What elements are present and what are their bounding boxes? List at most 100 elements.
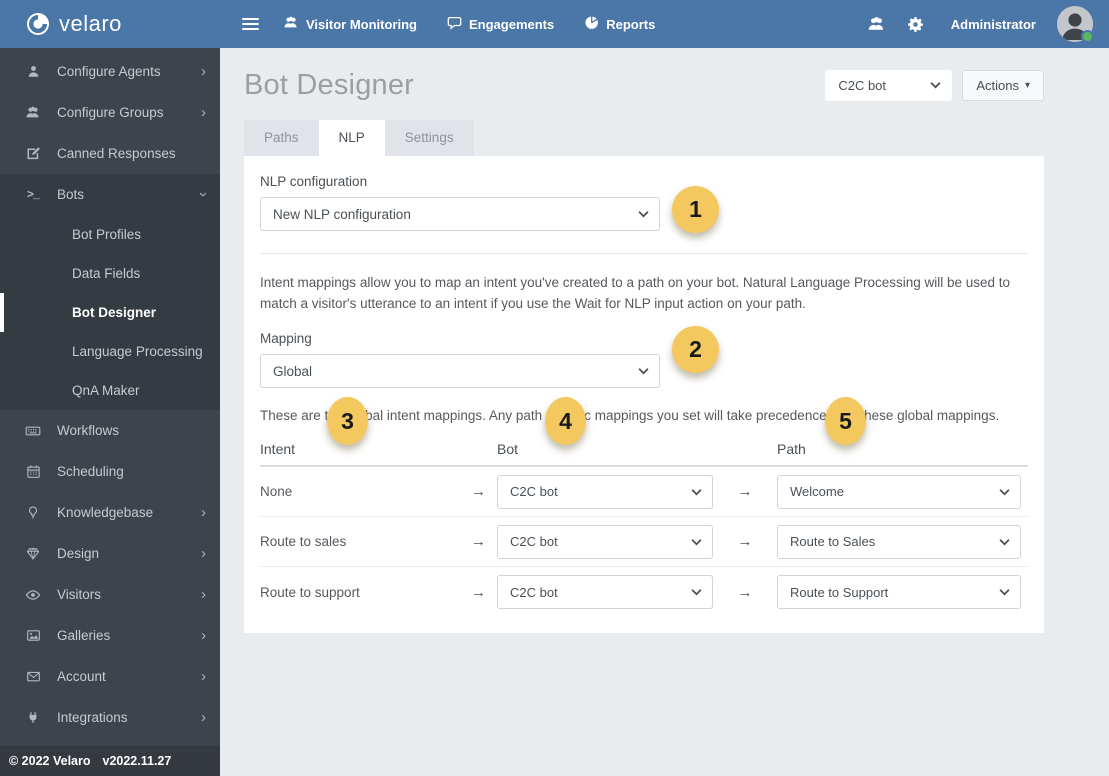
sidebar-item-scheduling[interactable]: Scheduling [0, 451, 220, 492]
keyboard-icon [24, 423, 42, 439]
arrow-right-icon: → [471, 483, 486, 500]
users-icon [283, 15, 299, 34]
user-avatar[interactable] [1057, 6, 1094, 43]
tab-paths[interactable]: Paths [244, 120, 319, 156]
nav-visitor-monitoring[interactable]: Visitor Monitoring [283, 15, 417, 34]
lightbulb-icon [24, 505, 42, 520]
sidebar-item-qna-maker[interactable]: QnA Maker [0, 371, 220, 410]
column-header-intent: Intent [260, 441, 296, 457]
mapping-row: Route to support → C2C bot → Route to Su… [260, 567, 1028, 617]
chevron-right-icon: › [201, 586, 206, 603]
version-text: v2022.11.27 [102, 754, 172, 768]
sidebar-item-integrations[interactable]: Integrations › [0, 697, 220, 738]
bot-cell-selector: C2C bot [497, 575, 713, 609]
annotation-badge-1: 1 [672, 186, 719, 233]
nav-label: Visitor Monitoring [306, 16, 417, 32]
arrow-right-icon: → [471, 583, 486, 601]
sidebar-item-workflows[interactable]: Workflows [0, 410, 220, 451]
current-user-name: Administrator [950, 16, 1036, 32]
velaro-logo[interactable]: velaro [0, 11, 220, 37]
sidebar-item-bot-designer[interactable]: Bot Designer [0, 293, 220, 332]
agents-group-icon[interactable] [867, 15, 886, 34]
arrow-right-icon: → [737, 533, 753, 550]
gear-icon[interactable] [907, 16, 924, 33]
users-icon [24, 105, 42, 121]
nav-reports[interactable]: Reports [584, 15, 655, 34]
sidebar-footer: © 2022 Velaro v2022.11.27 [0, 746, 220, 776]
sidebar-group-bots: >_ Bots › Bot Profiles Data Fields Bot D… [0, 174, 220, 410]
page-header: Bot Designer C2C bot Actions ▾ [244, 62, 1044, 108]
terminal-icon: >_ [26, 187, 40, 202]
nav-label: Reports [606, 16, 656, 32]
nlp-configuration-selector: New NLP configuration [260, 197, 660, 231]
intent-name: Route to sales [260, 534, 347, 549]
nlp-configuration-select[interactable]: New NLP configuration [261, 198, 659, 230]
tab-nlp[interactable]: NLP [318, 120, 385, 156]
chevron-right-icon: › [201, 668, 206, 685]
bot-cell-select[interactable]: C2C bot [498, 475, 712, 508]
chevron-right-icon: › [201, 63, 206, 80]
bot-cell-selector: C2C bot [497, 474, 713, 509]
tab-settings[interactable]: Settings [385, 120, 474, 156]
nav-label: Engagements [468, 16, 555, 32]
tab-bar: Paths NLP Settings [244, 120, 474, 156]
pie-chart-icon [584, 15, 599, 33]
velaro-logo-icon [26, 12, 50, 36]
brand-name: velaro [59, 11, 122, 36]
bot-selector-select[interactable]: C2C bot [826, 70, 952, 100]
intent-name: None [260, 484, 293, 499]
actions-button[interactable]: Actions ▾ [962, 69, 1044, 101]
sidebar-item-configure-agents[interactable]: Configure Agents › [0, 51, 220, 92]
chevron-right-icon: › [201, 504, 206, 521]
annotation-badge-3: 3 [327, 397, 368, 445]
sidebar-item-configure-groups[interactable]: Configure Groups › [0, 92, 220, 133]
sidebar-item-data-fields[interactable]: Data Fields [0, 254, 220, 293]
online-status-dot [1081, 30, 1094, 43]
page-title: Bot Designer [244, 68, 415, 101]
sidebar-item-bot-profiles[interactable]: Bot Profiles [0, 215, 220, 254]
column-header-path: Path [777, 441, 806, 457]
nlp-configuration-label: NLP configuration [260, 174, 368, 189]
sidebar-item-design[interactable]: Design › [0, 533, 220, 574]
bot-cell-select[interactable]: C2C bot [498, 576, 712, 608]
user-icon [24, 64, 42, 79]
bot-selector: C2C bot [825, 69, 953, 101]
gem-icon [24, 546, 42, 561]
path-cell-select[interactable]: Route to Support [778, 576, 1020, 608]
menu-toggle-icon[interactable] [242, 15, 259, 33]
path-cell-select[interactable]: Route to Sales [778, 525, 1020, 558]
arrow-right-icon: → [737, 583, 753, 601]
path-cell-select[interactable]: Welcome [778, 475, 1020, 508]
mappings-table-header: Intent Bot Path [260, 433, 1028, 467]
chat-bubble-icon [447, 15, 462, 33]
path-cell-selector: Welcome [777, 474, 1021, 509]
mapping-row: Route to sales → C2C bot → Route to Sale… [260, 517, 1028, 567]
main-content: Bot Designer C2C bot Actions ▾ Paths NLP… [220, 48, 1109, 776]
app-window: velaro Visitor Monitoring Engagements Re… [0, 0, 1109, 776]
mapping-row: None → C2C bot → Welcome [260, 467, 1028, 517]
bot-cell-select[interactable]: C2C bot [498, 525, 712, 558]
column-header-bot: Bot [497, 441, 519, 457]
sidebar-item-galleries[interactable]: Galleries › [0, 615, 220, 656]
envelope-icon [24, 669, 42, 684]
chevron-down-icon: › [195, 192, 212, 197]
arrow-right-icon: → [471, 533, 486, 550]
arrow-right-icon: → [737, 483, 753, 500]
annotation-badge-5: 5 [825, 397, 866, 445]
annotation-badge-4: 4 [545, 397, 586, 445]
sidebar-item-canned-responses[interactable]: Canned Responses [0, 133, 220, 174]
intent-mappings-description: Intent mappings allow you to map an inte… [260, 275, 1011, 311]
mapping-select[interactable]: Global [261, 355, 659, 387]
sidebar-item-visitors[interactable]: Visitors › [0, 574, 220, 615]
sidebar-item-language-processing[interactable]: Language Processing [0, 332, 220, 371]
mapping-label: Mapping [260, 331, 312, 346]
chevron-right-icon: › [201, 627, 206, 644]
chevron-right-icon: › [201, 709, 206, 726]
sidebar-item-knowledgebase[interactable]: Knowledgebase › [0, 492, 220, 533]
bot-cell-selector: C2C bot [497, 524, 713, 559]
top-bar: velaro Visitor Monitoring Engagements Re… [0, 0, 1109, 48]
sidebar-item-bots[interactable]: >_ Bots › [0, 174, 220, 215]
nav-engagements[interactable]: Engagements [447, 15, 554, 34]
sidebar: Configure Agents › Configure Groups › Ca… [0, 48, 220, 776]
sidebar-item-account[interactable]: Account › [0, 656, 220, 697]
